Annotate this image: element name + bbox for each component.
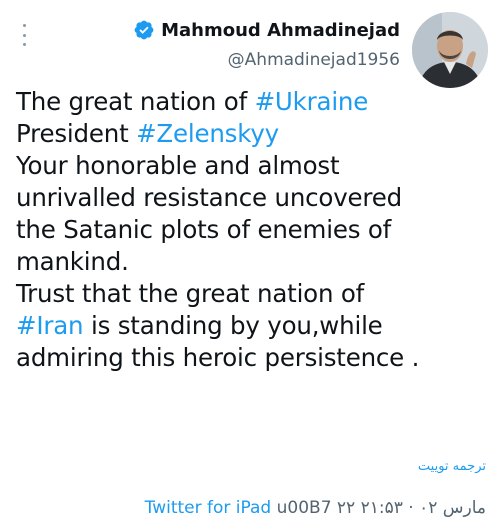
source-separator: u00B7 bbox=[271, 498, 337, 518]
hashtag-ukraine[interactable]: #Ukraine bbox=[255, 87, 369, 116]
hashtag-iran[interactable]: #Iran bbox=[16, 311, 84, 340]
tweet-text-segment: is standing by you,while bbox=[83, 311, 383, 340]
tweet-text-segment: President bbox=[16, 119, 137, 148]
verified-badge-icon bbox=[134, 20, 154, 40]
avatar-photo bbox=[412, 12, 488, 88]
hashtag-zelenskyy[interactable]: #Zelenskyy bbox=[136, 119, 279, 148]
display-name[interactable]: Mahmoud Ahmadinejad bbox=[161, 20, 400, 41]
tweet-text: The great nation of #Ukraine President #… bbox=[16, 86, 500, 374]
tweet-line: Trust that the great nation of bbox=[16, 279, 365, 308]
tweet-metadata: Twitter for iPad u00B7 ۲۲ مارس ۰۲ · ۲۱:۵… bbox=[145, 498, 486, 518]
tweet-line: President #Zelenskyy bbox=[16, 118, 500, 150]
tweet-text-segment: The great nation of bbox=[16, 87, 255, 116]
name-row: Mahmoud Ahmadinejad bbox=[133, 16, 400, 44]
tweet-timestamp[interactable]: ۲۲ مارس ۰۲ · ۲۱:۵۳ bbox=[337, 498, 486, 518]
translate-tweet-link[interactable]: ترجمه توییت bbox=[418, 459, 486, 474]
more-options-icon[interactable] bbox=[22, 24, 26, 46]
tweet-line: unrivalled resistance uncovered bbox=[16, 183, 402, 212]
tweet-line: mankind. bbox=[16, 247, 129, 276]
tweet-line: the Satanic plots of enemies of bbox=[16, 215, 392, 244]
tweet-line: Your honorable and almost bbox=[16, 151, 340, 180]
tweet-header: Mahmoud Ahmadinejad @Ahmadinejad1956 bbox=[133, 16, 400, 70]
tweet-line: The great nation of #Ukraine bbox=[16, 86, 500, 118]
tweet-source-link[interactable]: Twitter for iPad bbox=[145, 498, 272, 518]
user-handle[interactable]: @Ahmadinejad1956 bbox=[133, 50, 400, 70]
avatar[interactable] bbox=[412, 12, 488, 88]
tweet-line: #Iran is standing by you,while bbox=[16, 310, 500, 342]
tweet-line: admiring this heroic persistence . bbox=[16, 343, 420, 372]
